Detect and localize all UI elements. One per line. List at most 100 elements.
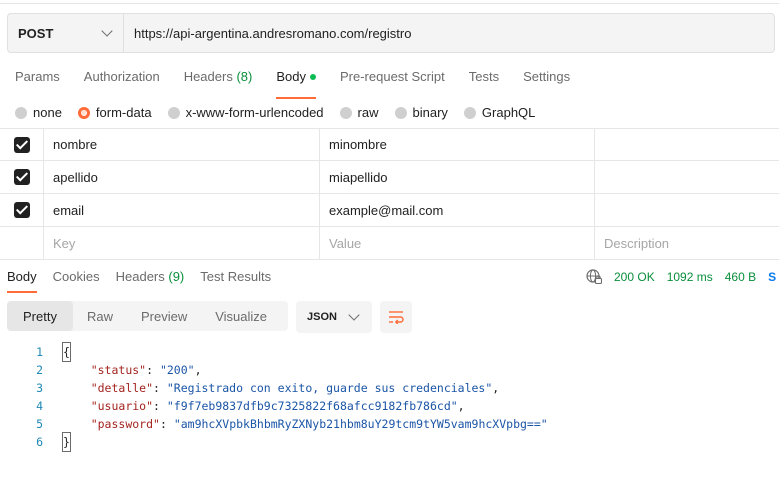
tab-label: Pre-request Script bbox=[339, 69, 445, 84]
language-label: JSON bbox=[307, 311, 337, 323]
code-line: 6} bbox=[0, 432, 548, 452]
description-cell[interactable] bbox=[595, 129, 779, 160]
json-value: "200" bbox=[159, 363, 195, 377]
table-row-new: Key Value Description bbox=[0, 227, 779, 260]
row-enable-cell bbox=[0, 194, 44, 226]
method-select[interactable]: POST bbox=[8, 14, 124, 52]
format-pretty-button[interactable]: Pretty bbox=[7, 301, 73, 331]
tab-label: Headers bbox=[115, 269, 165, 284]
radio-form-data[interactable]: form-data bbox=[77, 105, 152, 120]
row-enable-cell bbox=[0, 227, 44, 259]
response-tab-test-results[interactable]: Test Results bbox=[200, 269, 271, 291]
code-text: "status": "200", bbox=[90, 363, 202, 377]
key-cell[interactable]: apellido bbox=[44, 161, 320, 193]
radio-x-www-form-urlencoded[interactable]: x-www-form-urlencoded bbox=[167, 105, 324, 120]
radio-circle-icon bbox=[339, 106, 352, 119]
body-type-radios: none form-data x-www-form-urlencoded raw bin… bbox=[15, 105, 551, 120]
wrap-lines-button[interactable] bbox=[380, 301, 412, 333]
response-tab-headers[interactable]: Headers (9) bbox=[116, 269, 185, 291]
tab-label: Body bbox=[276, 69, 306, 84]
tab-label: Cookies bbox=[52, 269, 100, 284]
radio-graphql[interactable]: GraphQL bbox=[463, 105, 536, 120]
format-preview-button[interactable]: Preview bbox=[127, 301, 201, 331]
format-visualize-button[interactable]: Visualize bbox=[201, 301, 281, 331]
tab-count-badge: (8) bbox=[236, 69, 253, 84]
row-checkbox[interactable] bbox=[13, 136, 30, 153]
value-input[interactable]: Value bbox=[320, 227, 595, 259]
tab-pre-request-script[interactable]: Pre-request Script bbox=[340, 69, 445, 95]
radio-label: none bbox=[33, 105, 62, 120]
key-cell[interactable]: nombre bbox=[44, 129, 320, 160]
response-tab-body[interactable]: Body bbox=[7, 269, 37, 293]
code-text: "detalle": "Registrado con exito, guarde… bbox=[90, 381, 500, 395]
brace: } bbox=[62, 432, 71, 452]
code-line: 1{ bbox=[0, 342, 548, 362]
response-body-code[interactable]: 1{2 "status": "200", 3 "detalle": "Regist… bbox=[0, 342, 548, 452]
row-enable-cell bbox=[0, 129, 44, 160]
response-time[interactable]: 1092 ms bbox=[667, 270, 713, 284]
json-value: "Registrado con exito, guarde sus creden… bbox=[166, 381, 493, 395]
line-number: 4 bbox=[36, 399, 43, 413]
line-number: 2 bbox=[36, 363, 43, 377]
value-cell[interactable]: example@mail.com bbox=[320, 194, 595, 226]
json-key: "detalle" bbox=[90, 381, 154, 395]
modified-dot-icon bbox=[309, 73, 316, 80]
radio-circle-icon bbox=[167, 106, 180, 119]
json-key: "status" bbox=[90, 363, 147, 377]
line-number: 6 bbox=[36, 435, 43, 449]
radio-label: x-www-form-urlencoded bbox=[185, 105, 324, 120]
format-raw-button[interactable]: Raw bbox=[73, 301, 127, 331]
tab-headers[interactable]: Headers (8) bbox=[184, 69, 253, 95]
radio-none[interactable]: none bbox=[15, 105, 62, 120]
description-cell[interactable] bbox=[595, 194, 779, 226]
code-text: } bbox=[43, 432, 71, 452]
tab-label: Test Results bbox=[200, 269, 272, 284]
code-line: 5 "password": "am9hcXVpbkBhbmRyZXNyb21hb… bbox=[0, 415, 548, 433]
language-select[interactable]: JSON bbox=[296, 301, 372, 333]
radio-raw[interactable]: raw bbox=[339, 105, 379, 120]
brace: { bbox=[62, 342, 71, 362]
globe-lock-icon[interactable] bbox=[586, 269, 602, 285]
description-input[interactable]: Description bbox=[595, 227, 779, 259]
save-response-button[interactable]: S bbox=[768, 270, 776, 284]
response-status: 200 OK 1092 ms 460 B S bbox=[586, 269, 776, 285]
key-input[interactable]: Key bbox=[44, 227, 320, 259]
key-cell[interactable]: email bbox=[44, 194, 320, 226]
response-tab-cookies[interactable]: Cookies bbox=[53, 269, 100, 291]
tab-settings[interactable]: Settings bbox=[523, 69, 570, 95]
table-row: nombre minombre bbox=[0, 128, 779, 161]
tab-label: Authorization bbox=[83, 69, 160, 84]
tab-count-badge: (9) bbox=[168, 269, 185, 284]
json-value: "f9f7eb9837dfb9c7325822f68afcc9182fb786c… bbox=[166, 399, 458, 413]
radio-label: raw bbox=[357, 105, 379, 120]
method-label: POST bbox=[18, 25, 54, 41]
radio-circle-icon bbox=[463, 106, 476, 119]
row-checkbox[interactable] bbox=[13, 169, 30, 185]
line-number: 3 bbox=[36, 381, 43, 395]
json-comma: , bbox=[492, 381, 500, 395]
description-cell[interactable] bbox=[595, 161, 779, 193]
tab-authorization[interactable]: Authorization bbox=[84, 69, 160, 95]
table-row: email example@mail.com bbox=[0, 194, 779, 227]
value-cell[interactable]: minombre bbox=[320, 129, 595, 160]
json-key: "password" bbox=[90, 417, 160, 431]
chevron-down-icon bbox=[348, 309, 360, 321]
radio-label: GraphQL bbox=[481, 105, 536, 120]
response-size[interactable]: 460 B bbox=[725, 270, 756, 284]
table-row: apellido miapellido bbox=[0, 161, 779, 194]
code-text: { bbox=[43, 342, 71, 362]
code-line: 4 "usuario": "f9f7eb9837dfb9c7325822f68a… bbox=[0, 397, 548, 415]
json-value: "am9hcXVpbkBhbmRyZXNyb21hbm8uY29tcm9tYW5… bbox=[173, 417, 548, 431]
tab-body[interactable]: Body bbox=[276, 69, 316, 99]
url-input[interactable]: https://api-argentina.andresromano.com/r… bbox=[124, 26, 774, 41]
radio-binary[interactable]: binary bbox=[394, 105, 448, 120]
status-code[interactable]: 200 OK bbox=[614, 270, 655, 284]
tab-tests[interactable]: Tests bbox=[469, 69, 499, 95]
code-text: "password": "am9hcXVpbkBhbmRyZXNyb21hbm8… bbox=[90, 417, 548, 431]
tab-label: Params bbox=[15, 69, 60, 84]
tab-params[interactable]: Params bbox=[15, 69, 60, 95]
radio-circle-icon bbox=[15, 106, 27, 119]
value-cell[interactable]: miapellido bbox=[320, 161, 595, 193]
tab-label: Settings bbox=[523, 69, 571, 84]
row-checkbox[interactable] bbox=[13, 202, 30, 218]
